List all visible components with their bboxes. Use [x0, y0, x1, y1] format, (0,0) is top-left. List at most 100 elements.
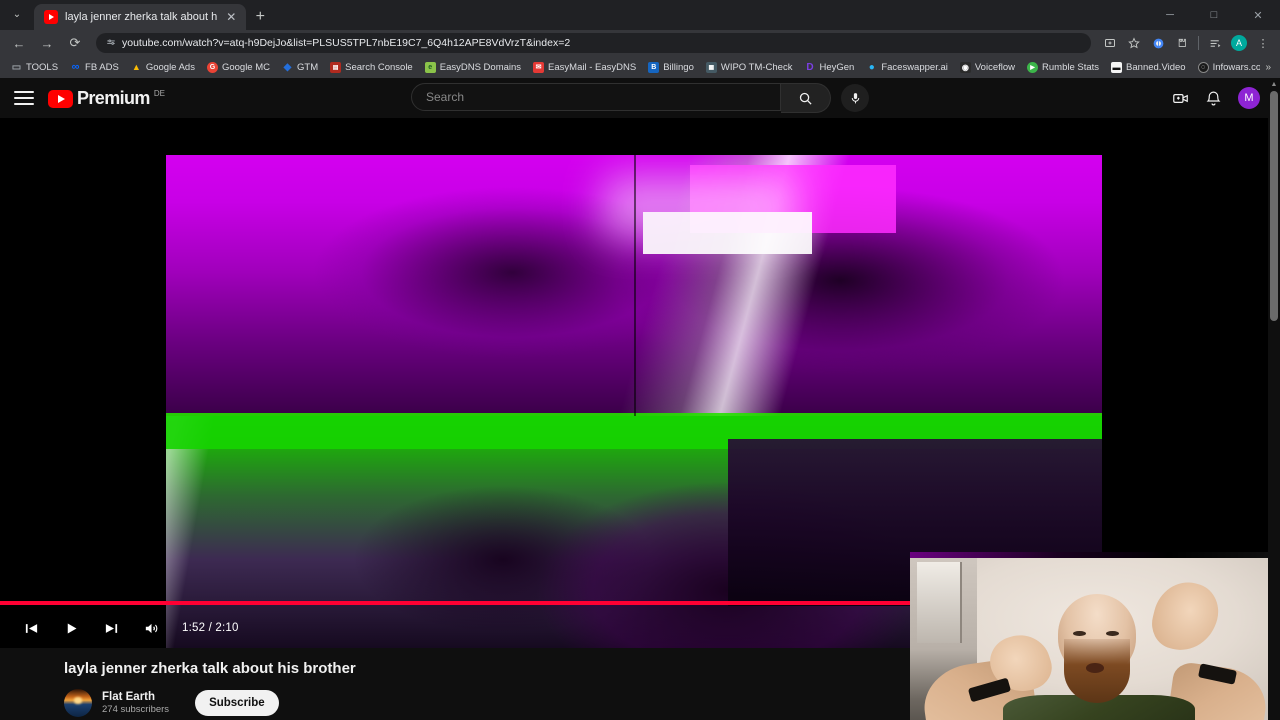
youtube-search-area — [411, 83, 869, 113]
browser-profile-avatar[interactable]: A — [1228, 32, 1250, 54]
bookmark-item[interactable]: G Google MC — [202, 60, 275, 75]
voiceflow-icon: ◉ — [959, 61, 971, 73]
search-button[interactable] — [781, 83, 831, 113]
scroll-up-arrow[interactable]: ▲ — [1268, 78, 1280, 90]
tab-strip: ⌄ layla jenner zherka talk about h ✕ + ─… — [0, 0, 1280, 30]
new-tab-button[interactable]: + — [246, 4, 274, 30]
channel-name[interactable]: Flat Earth — [102, 690, 169, 704]
time-display: 1:52 / 2:10 — [182, 622, 239, 634]
subscriber-count: 274 subscribers — [102, 704, 170, 716]
bookmark-item[interactable]: ▦ WIPO TM-Check — [701, 60, 798, 75]
minimize-button[interactable]: ─ — [1148, 0, 1192, 30]
video-player[interactable]: 1:52 / 2:10 — [0, 118, 1280, 720]
channel-info[interactable]: Flat Earth 274 subscribers — [64, 689, 169, 717]
bookmark-item[interactable]: e EasyDNS Domains — [420, 60, 526, 75]
profile-initial: A — [1231, 35, 1247, 51]
bookmark-item[interactable]: ◆ GTM — [277, 60, 323, 75]
extension-icon[interactable] — [1147, 32, 1169, 54]
account-avatar[interactable]: M — [1238, 87, 1260, 109]
toolbar-divider — [1198, 36, 1199, 50]
play-icon[interactable] — [54, 611, 88, 645]
bookmark-item[interactable]: ▭ TOOLS — [6, 60, 63, 75]
infowars-icon: ◌ — [1197, 61, 1209, 73]
youtube-header: Premium DE Search M — [0, 78, 1280, 118]
tab-search-button[interactable]: ⌄ — [0, 0, 34, 30]
banned-video-icon: ▬ — [1111, 61, 1123, 73]
youtube-play-icon — [48, 89, 73, 108]
bookmark-item[interactable]: ▬ Banned.Video — [1106, 60, 1191, 75]
next-track-icon[interactable] — [94, 611, 128, 645]
bookmark-item[interactable]: ?piped.kavin.rocks — [1276, 60, 1280, 75]
volume-icon[interactable] — [134, 611, 168, 645]
voice-search-button[interactable] — [841, 84, 869, 112]
rumble-icon: ▶ — [1027, 61, 1039, 73]
previous-track-icon[interactable] — [14, 611, 48, 645]
search-icon — [799, 92, 812, 105]
wipo-icon: ▦ — [705, 61, 717, 73]
browser-toolbar: ← → ⟳ youtube.com/watch?v=atq-h9DejJo&li… — [0, 30, 1280, 56]
share-install-icon[interactable] — [1099, 32, 1121, 54]
logo-country-code: DE — [153, 88, 165, 98]
bookmark-item[interactable]: ✉ EasyMail - EasyDNS — [528, 60, 641, 75]
heygen-icon: D — [806, 61, 814, 73]
picture-in-picture-overlay[interactable] — [910, 552, 1280, 720]
close-icon[interactable]: ✕ — [224, 11, 238, 23]
easymail-icon: ✉ — [533, 61, 545, 73]
youtube-header-right: M — [1172, 87, 1260, 109]
search-input-wrapper[interactable] — [411, 83, 781, 111]
create-video-icon[interactable] — [1172, 90, 1189, 107]
meta-icon: ∞ — [71, 61, 80, 73]
folder-icon: ▭ — [11, 61, 22, 73]
bookmark-star-icon[interactable] — [1123, 32, 1145, 54]
faceswapper-icon: ● — [868, 61, 875, 73]
google-icon: G — [206, 61, 218, 73]
google-ads-icon: ▲ — [131, 62, 141, 72]
pip-right-hand — [1146, 575, 1225, 658]
search-input[interactable] — [426, 90, 766, 104]
close-window-button[interactable]: ✕ — [1236, 0, 1280, 30]
bookmark-item[interactable]: B Billingo — [643, 60, 699, 75]
reading-list-icon[interactable] — [1204, 32, 1226, 54]
search-group — [411, 83, 831, 113]
address-bar[interactable]: youtube.com/watch?v=atq-h9DejJo&list=PLS… — [96, 33, 1091, 53]
youtube-header-left: Premium DE — [12, 86, 165, 110]
pip-left-eye — [1072, 630, 1087, 636]
google-tag-manager-icon: ◆ — [283, 61, 292, 73]
bookmark-item[interactable]: ▲ Google Ads — [126, 60, 200, 75]
subscribe-button[interactable]: Subscribe — [195, 690, 279, 716]
address-bar-url: youtube.com/watch?v=atq-h9DejJo&list=PLS… — [122, 37, 571, 49]
billingo-icon: B — [648, 61, 660, 73]
hamburger-menu-icon[interactable] — [12, 86, 36, 110]
maximize-button[interactable]: □ — [1192, 0, 1236, 30]
page-scrollbar[interactable]: ▲ — [1268, 78, 1280, 720]
bookmark-item[interactable]: ▶ Rumble Stats — [1022, 60, 1104, 75]
bell-icon[interactable] — [1205, 90, 1222, 107]
youtube-page: Premium DE Search M 1:52 / 2:10 layla je… — [0, 78, 1280, 720]
logo-text: Premium — [77, 87, 150, 108]
bookmark-item[interactable]: ∞ FB ADS — [65, 60, 124, 75]
search-console-icon: ▤ — [330, 61, 342, 73]
window-controls: ─ □ ✕ — [1148, 0, 1280, 30]
youtube-premium-logo[interactable]: Premium DE — [48, 88, 165, 109]
avatar[interactable] — [64, 689, 92, 717]
forward-button[interactable]: → — [34, 32, 60, 54]
bookmark-item[interactable]: ● Faceswapper.ai — [861, 60, 953, 75]
back-button[interactable]: ← — [6, 32, 32, 54]
microphone-icon — [851, 92, 859, 103]
browser-window: ⌄ layla jenner zherka talk about h ✕ + ─… — [0, 0, 1280, 720]
extensions-puzzle-icon[interactable] — [1171, 32, 1193, 54]
bookmarks-overflow-button[interactable]: » — [1260, 56, 1276, 78]
browser-menu-button[interactable]: ⋮ — [1252, 32, 1274, 54]
pip-wardrobe — [917, 562, 962, 643]
bookmarks-bar: ▭ TOOLS ∞ FB ADS ▲ Google Ads G Google MC ◆ G… — [0, 56, 1280, 78]
site-settings-icon[interactable] — [106, 38, 116, 48]
browser-tab[interactable]: layla jenner zherka talk about h ✕ — [34, 4, 247, 30]
tab-title: layla jenner zherka talk about h — [65, 11, 218, 23]
reload-button[interactable]: ⟳ — [62, 32, 88, 54]
bookmark-item[interactable]: D HeyGen — [799, 60, 859, 75]
scrollbar-thumb[interactable] — [1270, 91, 1278, 321]
easydns-icon: e — [424, 61, 436, 73]
bookmark-item[interactable]: ◉ Voiceflow — [955, 60, 1020, 75]
video-split-line — [634, 155, 636, 417]
bookmark-item[interactable]: ▤ Search Console — [325, 60, 418, 75]
